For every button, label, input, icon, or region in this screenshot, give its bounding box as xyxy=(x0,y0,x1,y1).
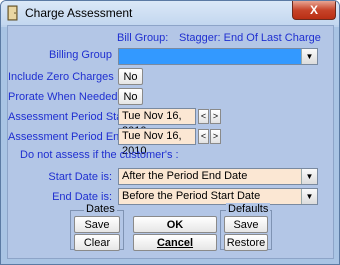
defaults-restore-button[interactable]: Restore xyxy=(224,234,268,251)
period-start-prev-button[interactable]: < xyxy=(198,109,209,124)
chevron-down-icon: ▼ xyxy=(301,169,317,184)
dates-group-title: Dates xyxy=(84,203,117,215)
chevron-down-icon: ▼ xyxy=(301,189,317,204)
defaults-save-button[interactable]: Save xyxy=(224,216,268,233)
period-start-next-button[interactable]: > xyxy=(210,109,221,124)
period-end-prev-button[interactable]: < xyxy=(198,129,209,144)
include-zero-label: Include Zero Charges xyxy=(8,71,114,83)
door-icon xyxy=(7,5,18,21)
period-end-label: Assessment Period End xyxy=(8,131,126,143)
charge-assessment-window: Charge Assessment X Bill Group: Stagger:… xyxy=(0,0,340,265)
defaults-group-title: Defaults xyxy=(226,203,271,215)
end-date-value: Before the Period Start Date xyxy=(122,190,261,202)
include-zero-toggle[interactable]: No xyxy=(118,68,143,85)
window-title: Charge Assessment xyxy=(25,6,133,20)
close-icon: X xyxy=(309,3,318,17)
start-date-label: Start Date is: xyxy=(48,171,112,183)
period-end-field[interactable]: Tue Nov 16, 2010 xyxy=(118,128,196,157)
stagger-text: Stagger: End Of Last Charge xyxy=(179,32,321,44)
prorate-toggle[interactable]: No xyxy=(118,88,143,105)
period-start-label: Assessment Period Start xyxy=(8,111,130,123)
prorate-label: Prorate When Needed xyxy=(8,91,118,103)
dates-clear-button[interactable]: Clear xyxy=(74,234,120,251)
title-bar: Charge Assessment X xyxy=(1,1,339,25)
bill-group-label: Bill Group: xyxy=(117,32,169,44)
assess-notice: Do not assess if the customer's : xyxy=(20,149,179,161)
start-date-value: After the Period End Date xyxy=(122,170,248,182)
dialog-body: Bill Group: Stagger: End Of Last Charge … xyxy=(7,25,334,259)
start-date-select[interactable]: After the Period End Date ▼ xyxy=(118,168,318,185)
billing-group-label: Billing Group xyxy=(49,49,112,61)
billing-group-select[interactable]: ▼ xyxy=(118,48,318,65)
cancel-button[interactable]: Cancel xyxy=(133,234,217,251)
close-button[interactable]: X xyxy=(292,1,336,20)
period-start-field[interactable]: Tue Nov 16, 2010 xyxy=(118,108,196,137)
ok-button[interactable]: OK xyxy=(133,216,217,233)
dates-save-button[interactable]: Save xyxy=(74,216,120,233)
period-end-next-button[interactable]: > xyxy=(210,129,221,144)
end-date-label: End Date is: xyxy=(52,191,112,203)
end-date-select[interactable]: Before the Period Start Date ▼ xyxy=(118,188,318,205)
chevron-down-icon: ▼ xyxy=(301,49,317,64)
